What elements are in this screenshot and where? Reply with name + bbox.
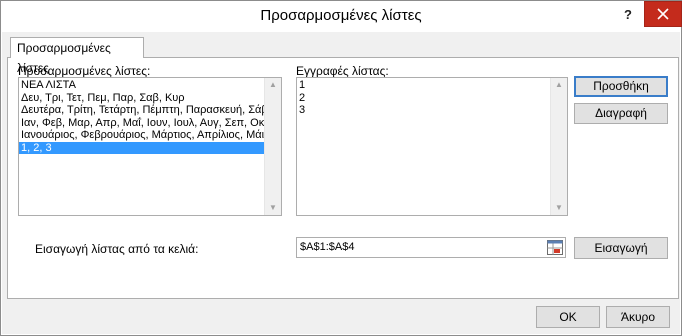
list-entries-textbox[interactable]: 123 ▲ ▼ bbox=[296, 77, 568, 216]
list-item[interactable]: ΝΕΑ ΛΙΣΤΑ bbox=[19, 79, 264, 92]
scroll-down-icon[interactable]: ▼ bbox=[265, 201, 281, 215]
import-range-input[interactable]: $A$1:$A$4 bbox=[296, 237, 566, 258]
scroll-up-icon[interactable]: ▲ bbox=[265, 78, 281, 92]
collapse-dialog-icon[interactable] bbox=[547, 240, 563, 255]
scroll-down-icon[interactable]: ▼ bbox=[551, 201, 567, 215]
custom-lists-scrollbar[interactable]: ▲ ▼ bbox=[264, 78, 281, 215]
import-range-value: $A$1:$A$4 bbox=[300, 241, 355, 253]
tab-panel: Προσαρμοσμένες λίστες: ΝΕΑ ΛΙΣΤΑ Δευ, Τρι… bbox=[7, 57, 679, 299]
import-range-label: Εισαγωγή λίστας από τα κελιά: bbox=[35, 242, 199, 256]
list-item[interactable]: Ιανουάριος, Φεβρουάριος, Μάρτιος, Απρίλι… bbox=[19, 129, 281, 142]
list-item[interactable]: Δευτέρα, Τρίτη, Τετάρτη, Πέμπτη, Παρασκε… bbox=[19, 104, 281, 117]
list-entry: 2 bbox=[299, 91, 306, 104]
close-button[interactable] bbox=[644, 1, 682, 27]
add-button[interactable]: Προσθήκη bbox=[574, 76, 668, 97]
delete-button[interactable]: Διαγραφή bbox=[574, 103, 668, 124]
cancel-button[interactable]: Άκυρο bbox=[606, 306, 670, 328]
tab-custom-lists[interactable]: Προσαρμοσμένες λίστες bbox=[10, 37, 144, 75]
list-entries-label: Εγγραφές λίστας: bbox=[296, 64, 389, 78]
custom-lists-listbox[interactable]: ΝΕΑ ΛΙΣΤΑ Δευ, Τρι, Τετ, Πεμ, Παρ, Σαβ, Κ… bbox=[18, 77, 282, 216]
close-icon bbox=[657, 8, 669, 20]
import-button[interactable]: Εισαγωγή bbox=[574, 237, 668, 259]
list-entry: 1 bbox=[299, 79, 306, 91]
list-item[interactable]: 1, 2, 3 bbox=[19, 141, 264, 154]
custom-lists-dialog: Προσαρμοσμένες λίστες ? Προσαρμοσμένες λ… bbox=[0, 0, 682, 336]
dialog-title: Προσαρμοσμένες λίστες bbox=[260, 7, 422, 24]
list-item[interactable]: Ιαν, Φεβ, Μαρ, Απρ, Μαΐ, Ιουν, Ιουλ, Αυγ… bbox=[19, 117, 281, 130]
list-entries-scrollbar[interactable]: ▲ ▼ bbox=[550, 78, 567, 215]
help-button[interactable]: ? bbox=[617, 5, 639, 25]
dialog-body: Προσαρμοσμένες λίστες Προσαρμοσμένες λίσ… bbox=[2, 32, 680, 334]
title-bar: Προσαρμοσμένες λίστες ? bbox=[1, 1, 682, 31]
ok-button[interactable]: OK bbox=[536, 306, 600, 328]
scroll-up-icon[interactable]: ▲ bbox=[551, 78, 567, 92]
list-item[interactable]: Δευ, Τρι, Τετ, Πεμ, Παρ, Σαβ, Κυρ bbox=[19, 92, 264, 105]
list-entry: 3 bbox=[299, 104, 306, 116]
